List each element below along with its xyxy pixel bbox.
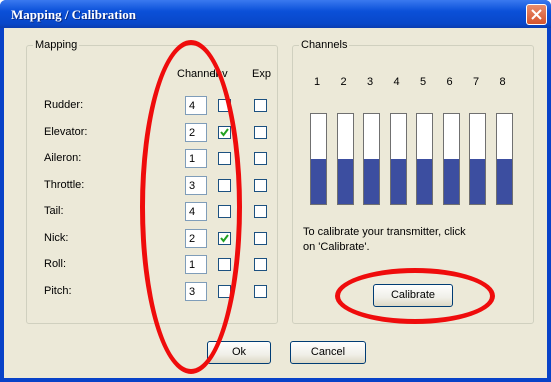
dialog-client-area: Mapping Channel Inv Exp Rudder: 4 Elevator… [4,28,547,378]
exp-checkbox[interactable] [254,152,267,165]
channel-level-bar [442,113,460,205]
channel-level-fill [364,159,379,204]
close-icon [531,9,542,20]
exp-checkbox[interactable] [254,205,267,218]
mapping-row-label: Roll: [44,258,67,270]
channel-number-label: 7 [473,76,480,88]
calibrate-instruction-line2: on 'Calibrate'. [303,241,370,253]
exp-checkbox[interactable] [254,125,267,139]
channel-number-label: 6 [446,76,453,88]
title-bar[interactable]: Mapping / Calibration [0,0,551,28]
exp-column-header: Exp [252,68,271,80]
calibrate-instruction-line1: To calibrate your transmitter, click [303,226,466,238]
channel-level-bar [389,113,407,205]
highlight-oval-calibrate-button [335,268,495,324]
mapping-row-label: Aileron: [44,152,82,164]
exp-checkbox[interactable] [254,178,267,192]
channel-level-bar [310,113,327,205]
exp-checkbox[interactable] [254,284,267,298]
channel-level-fill [337,159,353,204]
exp-checkbox[interactable] [254,231,267,245]
mapping-row-label: Pitch: [44,284,72,297]
highlight-oval-channel-column [140,40,242,374]
channel-level-fill [390,159,406,204]
channel-number-label: 5 [420,76,427,88]
mapping-row-label: Rudder: [44,99,84,111]
channels-group-label: Channels [299,39,350,51]
channel-level-bar [469,113,486,205]
mapping-row-label: Throttle: [44,178,85,191]
mapping-row-label: Nick: [44,231,69,244]
channel-level-bar [363,113,380,205]
mapping-group-label: Mapping [33,39,80,51]
close-button[interactable] [526,4,547,25]
dialog-window: Mapping / Calibration Mapping Channel In… [0,0,551,382]
cancel-button[interactable]: Cancel [290,341,366,364]
channel-level-bar [416,113,433,205]
channel-number-label: 4 [393,76,400,88]
channel-level-fill [311,159,326,204]
channel-number-label: 1 [314,76,321,88]
channel-level-fill [417,159,432,204]
window-title: Mapping / Calibration [11,7,136,22]
mapping-row-label: Elevator: [44,125,88,138]
channel-level-fill [496,159,512,204]
channel-level-bar [495,113,513,205]
mapping-row-label: Tail: [44,205,64,217]
channel-number-label: 8 [499,76,506,88]
channel-level-fill [443,159,459,204]
channel-number-label: 3 [367,76,374,88]
channel-level-fill [470,159,485,204]
channel-level-bar [336,113,354,205]
exp-checkbox[interactable] [254,258,267,271]
channel-number-label: 2 [340,76,347,88]
exp-checkbox[interactable] [254,99,267,112]
